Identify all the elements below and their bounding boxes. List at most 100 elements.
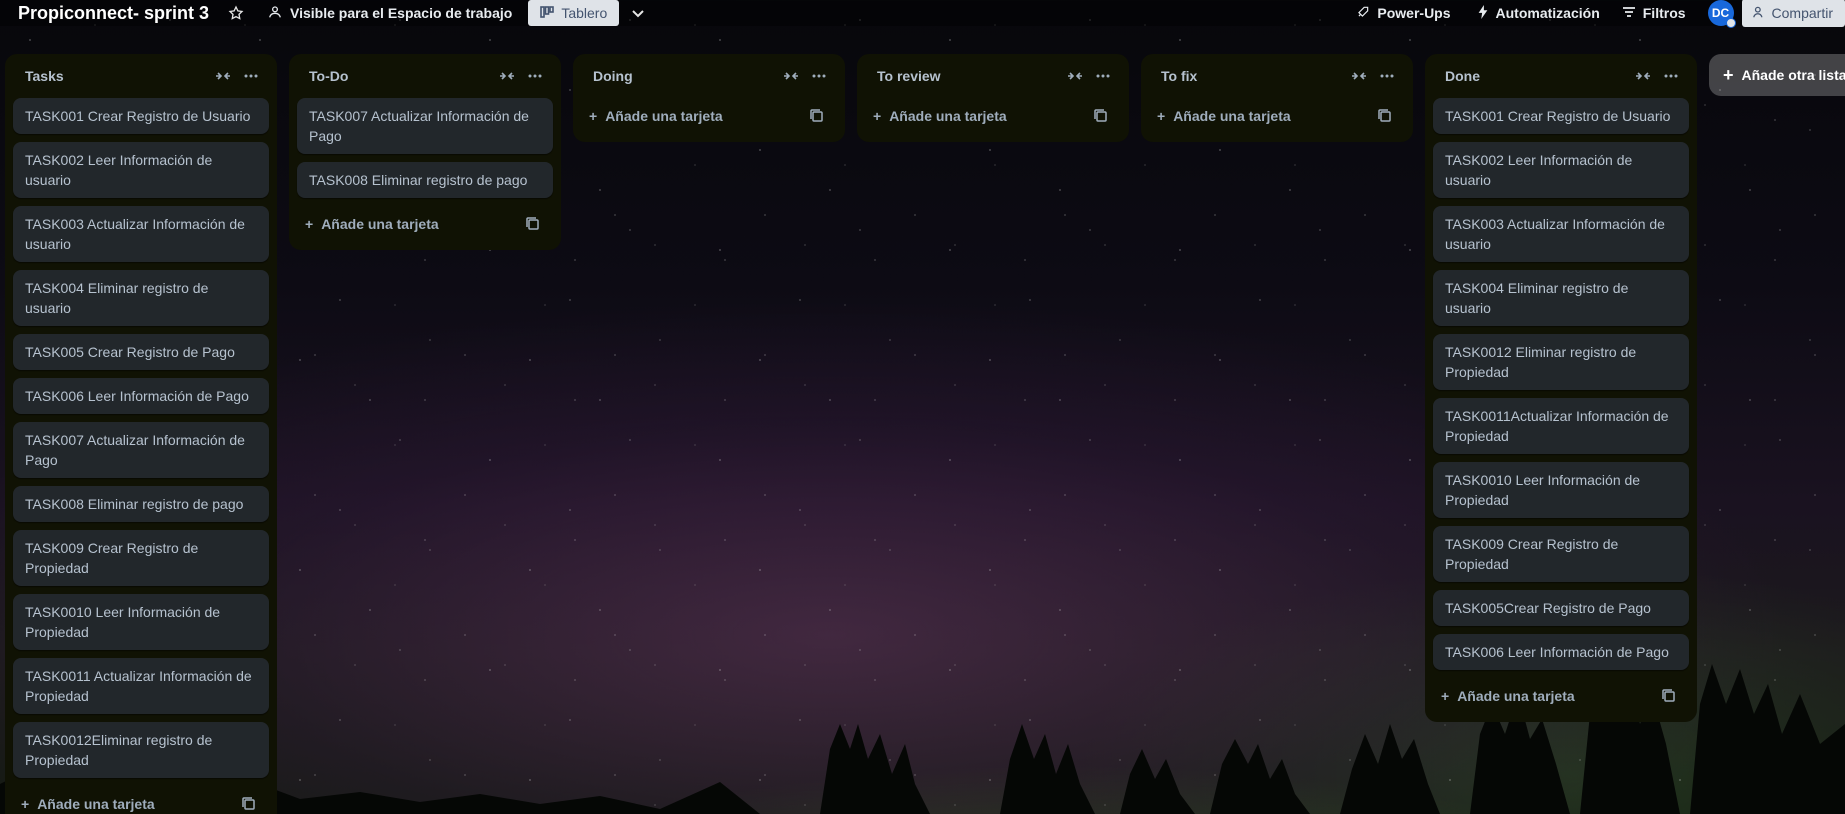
card[interactable]: TASK006 Leer Información de Pago (1433, 634, 1689, 670)
collapse-list-icon[interactable] (209, 62, 237, 90)
filters-label: Filtros (1642, 5, 1686, 21)
card[interactable]: TASK004 Eliminar registro de usuario (1433, 270, 1689, 326)
list-header: Done (1433, 54, 1689, 98)
list-title[interactable]: Done (1445, 68, 1629, 84)
collapse-list-icon[interactable] (1061, 62, 1089, 90)
plus-icon: + (873, 108, 882, 124)
add-card-label: Añade una tarjeta (1457, 688, 1575, 704)
list-title[interactable]: Tasks (25, 68, 209, 84)
more-options-icon[interactable] (1089, 62, 1117, 90)
list-tasks: Tasks TASK001 Crear Registro de Usuario … (5, 54, 277, 814)
automation-label: Automatización (1495, 5, 1600, 21)
list-title[interactable]: To fix (1161, 68, 1345, 84)
card[interactable]: TASK005 Crear Registro de Pago (13, 334, 269, 370)
visibility-label: Visible para el Espacio de trabajo (290, 5, 513, 21)
list-header: Tasks (13, 54, 269, 98)
plus-icon: + (1723, 65, 1734, 85)
board-view-button[interactable]: Tablero (528, 0, 620, 26)
add-card-label: Añade una tarjeta (321, 216, 439, 232)
template-icon[interactable] (235, 790, 263, 814)
chevron-down-icon[interactable] (625, 1, 651, 25)
collapse-list-icon[interactable] (777, 62, 805, 90)
plus-icon: + (1441, 688, 1450, 704)
more-options-icon[interactable] (521, 62, 549, 90)
template-icon[interactable] (803, 102, 831, 130)
more-options-icon[interactable] (1373, 62, 1401, 90)
list-header: To review (865, 54, 1121, 98)
list-header: Doing (581, 54, 837, 98)
list-title[interactable]: To review (877, 68, 1061, 84)
card[interactable]: TASK008 Eliminar registro de pago (297, 162, 553, 198)
card[interactable]: TASK009 Crear Registro de Propiedad (1433, 526, 1689, 582)
template-icon[interactable] (1655, 682, 1683, 710)
add-card-label: Añade una tarjeta (1173, 108, 1291, 124)
powerups-button[interactable]: Power-Ups (1348, 0, 1458, 26)
board-title[interactable]: Propiconnect- sprint 3 (18, 3, 209, 24)
star-icon[interactable] (223, 1, 249, 25)
add-card-button[interactable]: + Añade una tarjeta (13, 786, 269, 814)
lightning-icon (1477, 4, 1489, 22)
list-header: To-Do (297, 54, 553, 98)
add-card-button[interactable]: + Añade una tarjeta (297, 206, 553, 242)
workspace-visibility-icon (267, 5, 283, 22)
card[interactable]: TASK002 Leer Información de usuario (1433, 142, 1689, 198)
avatar-initials: DC (1711, 6, 1730, 20)
filters-button[interactable]: Filtros (1614, 0, 1694, 26)
list-to-do: To-Do TASK007 Actualizar Información de … (289, 54, 561, 250)
add-card-button[interactable]: + Añade una tarjeta (865, 98, 1121, 134)
board-view-label: Tablero (561, 5, 608, 21)
more-options-icon[interactable] (1657, 62, 1685, 90)
more-options-icon[interactable] (237, 62, 265, 90)
share-button[interactable]: Compartir (1741, 0, 1845, 27)
add-card-button[interactable]: + Añade una tarjeta (581, 98, 837, 134)
more-options-icon[interactable] (805, 62, 833, 90)
card[interactable]: TASK009 Crear Registro de Propiedad (13, 530, 269, 586)
template-icon[interactable] (1087, 102, 1115, 130)
add-card-button[interactable]: + Añade una tarjeta (1433, 678, 1689, 714)
card[interactable]: TASK003 Actualizar Información de usuari… (1433, 206, 1689, 262)
card[interactable]: TASK008 Eliminar registro de pago (13, 486, 269, 522)
list-title[interactable]: To-Do (309, 68, 493, 84)
list-header: To fix (1149, 54, 1405, 98)
card[interactable]: TASK007 Actualizar Información de Pago (297, 98, 553, 154)
add-card-button[interactable]: + Añade una tarjeta (1149, 98, 1405, 134)
member-avatar[interactable]: DC (1707, 0, 1736, 28)
list-doing: Doing + Añade una tarjeta (573, 54, 845, 142)
card[interactable]: TASK0012 Eliminar registro de Propiedad (1433, 334, 1689, 390)
list-to-fix: To fix + Añade una tarjeta (1141, 54, 1413, 142)
template-icon[interactable] (1371, 102, 1399, 130)
filter-icon (1622, 5, 1636, 21)
plus-icon: + (305, 216, 314, 232)
board-view-icon (540, 5, 555, 21)
list-done: Done TASK001 Crear Registro de Usuario T… (1425, 54, 1697, 722)
add-list-button[interactable]: + Añade otra lista (1709, 54, 1845, 96)
automation-button[interactable]: Automatización (1469, 0, 1608, 26)
card[interactable]: TASK0011 Actualizar Información de Propi… (13, 658, 269, 714)
card[interactable]: TASK0012Eliminar registro de Propiedad (13, 722, 269, 778)
card[interactable]: TASK006 Leer Información de Pago (13, 378, 269, 414)
collapse-list-icon[interactable] (1629, 62, 1657, 90)
add-member-icon (1752, 5, 1766, 22)
card[interactable]: TASK002 Leer Información de usuario (13, 142, 269, 198)
card[interactable]: TASK0011Actualizar Información de Propie… (1433, 398, 1689, 454)
list-title[interactable]: Doing (593, 68, 777, 84)
card[interactable]: TASK007 Actualizar Información de Pago (13, 422, 269, 478)
plus-icon: + (589, 108, 598, 124)
card[interactable]: TASK001 Crear Registro de Usuario (1433, 98, 1689, 134)
card[interactable]: TASK004 Eliminar registro de usuario (13, 270, 269, 326)
plus-icon: + (1157, 108, 1166, 124)
collapse-list-icon[interactable] (493, 62, 521, 90)
template-icon[interactable] (519, 210, 547, 238)
rocket-icon (1356, 5, 1370, 22)
visibility-button[interactable]: Visible para el Espacio de trabajo (259, 0, 520, 26)
add-card-label: Añade una tarjeta (605, 108, 723, 124)
board-header: Propiconnect- sprint 3 Visible para el E… (0, 0, 1845, 28)
share-label: Compartir (1771, 5, 1833, 21)
plus-icon: + (21, 796, 30, 812)
card[interactable]: TASK005Crear Registro de Pago (1433, 590, 1689, 626)
card[interactable]: TASK0010 Leer Información de Propiedad (13, 594, 269, 650)
card[interactable]: TASK0010 Leer Información de Propiedad (1433, 462, 1689, 518)
collapse-list-icon[interactable] (1345, 62, 1373, 90)
card[interactable]: TASK003 Actualizar Información de usuari… (13, 206, 269, 262)
card[interactable]: TASK001 Crear Registro de Usuario (13, 98, 269, 134)
